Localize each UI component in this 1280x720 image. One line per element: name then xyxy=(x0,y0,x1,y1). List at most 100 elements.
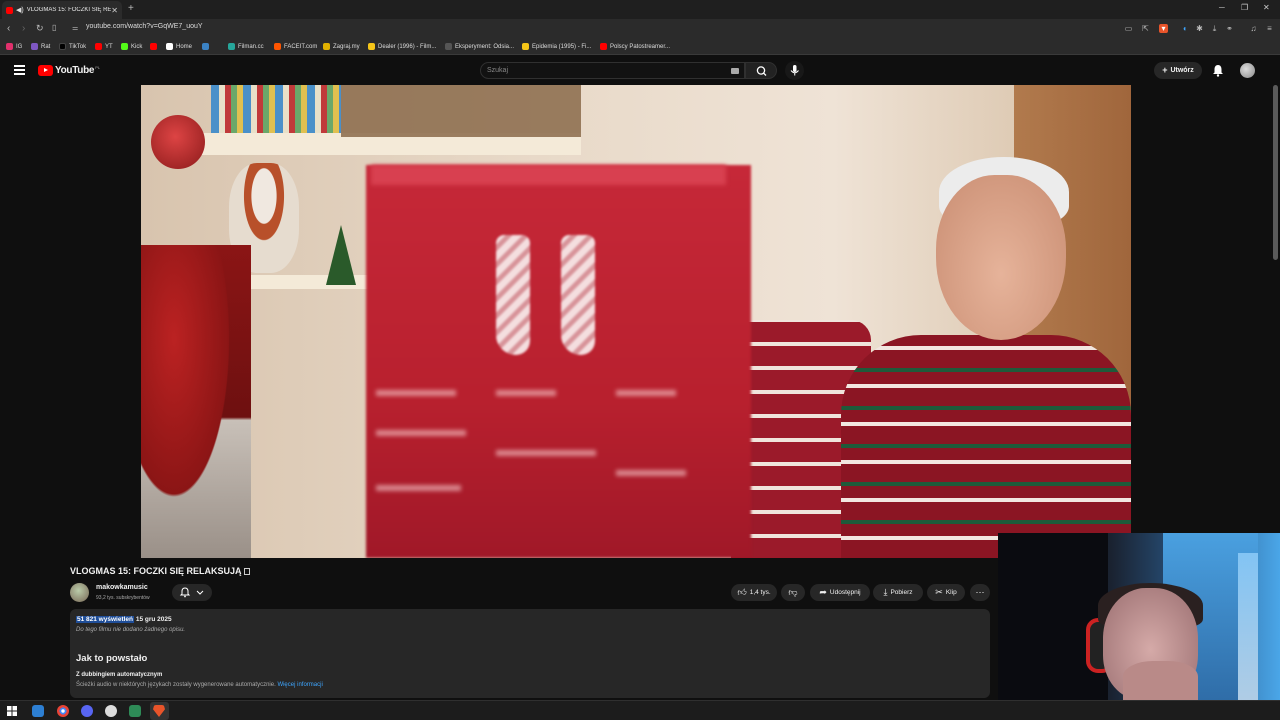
like-button[interactable]: 👍︎ 1,4 tys. xyxy=(731,584,777,601)
browser-toolbar: ‹ › ↻ ▯ ⚌ youtube.com/watch?v=GqWE7_uouY… xyxy=(0,19,1280,40)
youtube-header: YouTube PL Szukaj + Utwórz xyxy=(0,56,1280,85)
bookmark-item[interactable]: Kick xyxy=(121,43,142,50)
bookmark-favicon-icon xyxy=(274,43,281,50)
view-stats: 51 821 wyświetleń 15 gru 2025 xyxy=(76,616,172,623)
clip-button[interactable]: ✂ Klip xyxy=(927,584,965,601)
share-button[interactable]: ➦ Udostępnij xyxy=(810,584,870,601)
browser-tab-active[interactable]: ◀) VLOGMAS 15: FOCZKI SIĘ RE ✕ xyxy=(2,1,122,19)
bookmark-label: Zagraj.my xyxy=(333,43,360,50)
address-bar[interactable]: youtube.com/watch?v=GqWE7_uouY xyxy=(86,23,203,30)
discord-icon[interactable] xyxy=(81,705,93,717)
bookmark-item[interactable]: Filman.cc xyxy=(228,43,264,50)
bookmark-item[interactable]: Polscy Patostreamer... xyxy=(600,43,670,50)
bookmark-favicon-icon xyxy=(6,43,13,50)
bookmark-item[interactable]: Dealer (1996) - Film... xyxy=(368,43,436,50)
video-frame-blur xyxy=(376,430,466,436)
bookmark-favicon-icon xyxy=(31,43,38,50)
download-icon[interactable]: ⤓ xyxy=(1210,24,1219,33)
bookmark-item[interactable]: Home xyxy=(166,43,192,50)
app-icon[interactable] xyxy=(129,705,141,717)
download-button[interactable]: ⤓ Pobierz xyxy=(873,584,923,601)
cast-icon[interactable]: ▭ xyxy=(1124,24,1133,33)
back-icon[interactable]: ‹ xyxy=(7,23,10,34)
chrome-icon[interactable] xyxy=(57,705,69,717)
windows-start-icon[interactable] xyxy=(6,705,18,717)
bookmark-item[interactable] xyxy=(202,43,212,50)
maximize-icon[interactable]: ❐ xyxy=(1241,3,1248,12)
share-page-icon[interactable]: ⇱ xyxy=(1141,24,1150,33)
windows-taskbar xyxy=(0,700,1280,720)
voice-search-button[interactable] xyxy=(785,61,804,80)
bookmark-label: Polscy Patostreamer... xyxy=(610,43,671,50)
logo-wordmark: YouTube xyxy=(55,65,95,76)
more-actions-button[interactable]: ⋯ xyxy=(970,584,990,601)
video-frame-blur xyxy=(616,470,686,476)
video-player[interactable] xyxy=(141,85,1131,558)
brave-shield-icon[interactable]: ▾ xyxy=(1159,24,1168,33)
create-button[interactable]: + Utwórz xyxy=(1154,62,1202,79)
bookmark-item[interactable]: IG xyxy=(6,43,22,50)
bookmark-item[interactable]: YT xyxy=(95,43,113,50)
notifications-bell-icon[interactable] xyxy=(1212,64,1224,77)
plus-icon: + xyxy=(1162,65,1168,75)
search-button[interactable] xyxy=(745,62,777,79)
reload-icon[interactable]: ↻ xyxy=(36,23,44,34)
video-frame-blur xyxy=(496,450,596,456)
bookmark-item[interactable]: Epidemia (1995) - Fi... xyxy=(522,43,591,50)
menu-icon[interactable]: ≡ xyxy=(1265,24,1274,33)
channel-avatar[interactable] xyxy=(70,583,89,602)
emoji-placeholder-icon xyxy=(244,568,251,575)
bookmark-favicon-icon xyxy=(202,43,209,50)
bookmark-favicon-icon xyxy=(522,43,529,50)
bookmark-item[interactable]: FACEIT.com xyxy=(274,43,317,50)
dubbing-description: Ścieżki audio w niektórych językach zost… xyxy=(76,682,276,688)
bookmark-favicon-icon xyxy=(150,43,157,50)
bookmark-label: FACEIT.com xyxy=(284,43,318,50)
forward-icon[interactable]: › xyxy=(22,23,25,34)
keyboard-icon[interactable] xyxy=(731,68,739,74)
youtube-play-icon xyxy=(38,65,53,76)
account-avatar[interactable] xyxy=(1240,63,1255,78)
more-info-link[interactable]: Więcej informacji xyxy=(277,682,322,688)
link-icon[interactable]: ⚭ xyxy=(1225,24,1234,33)
microphone-icon xyxy=(790,65,799,76)
dislike-button[interactable]: 👎︎ xyxy=(781,584,805,601)
youtube-logo[interactable]: YouTube PL xyxy=(38,65,100,76)
site-info-icon[interactable]: ⚌ xyxy=(72,24,78,32)
bookmark-favicon-icon xyxy=(445,43,452,50)
media-control-icon[interactable]: ♫ xyxy=(1249,24,1258,33)
file-explorer-icon[interactable] xyxy=(32,705,44,717)
share-icon: ➦ xyxy=(819,587,827,597)
hamburger-menu-icon[interactable] xyxy=(14,65,25,75)
bookmark-favicon-icon xyxy=(228,43,235,50)
bell-icon xyxy=(179,587,204,598)
search-input[interactable]: Szukaj xyxy=(480,62,745,79)
obs-icon[interactable] xyxy=(105,705,117,717)
new-tab-icon[interactable]: + xyxy=(128,3,134,14)
bookmark-item[interactable] xyxy=(150,43,160,50)
bookmarks-bar: IG Rat TikTok YT Kick Home Filman.cc FAC… xyxy=(0,40,1280,55)
bookmark-label: Eksperyment: Odsia... xyxy=(455,43,515,50)
bookmark-label: Epidemia (1995) - Fi... xyxy=(532,43,592,50)
video-frame-sock xyxy=(561,235,595,355)
section-heading: Jak to powstało xyxy=(76,653,148,664)
bookmark-page-icon[interactable]: ▯ xyxy=(52,23,56,32)
bookmark-item[interactable]: Rat xyxy=(31,43,50,50)
video-frame-blur xyxy=(496,390,556,396)
speaker-icon[interactable]: ◀) xyxy=(16,6,24,14)
page-scrollbar[interactable] xyxy=(1273,85,1278,260)
bookmark-item[interactable]: Eksperyment: Odsia... xyxy=(445,43,514,50)
subscribed-button[interactable] xyxy=(172,584,212,601)
bookmark-item[interactable]: Zagraj.my xyxy=(323,43,360,50)
close-window-icon[interactable]: ✕ xyxy=(1263,3,1270,12)
bookmark-favicon-icon xyxy=(121,43,128,50)
close-tab-icon[interactable]: ✕ xyxy=(111,6,118,15)
channel-name[interactable]: makowkamusic xyxy=(96,584,148,591)
bookmark-label: Dealer (1996) - Film... xyxy=(378,43,437,50)
download-icon: ⤓ xyxy=(883,587,888,597)
bookmark-favicon-icon xyxy=(368,43,375,50)
audio-playing-icon[interactable]: ◖ xyxy=(1180,24,1189,33)
extensions-icon[interactable]: ✱ xyxy=(1195,24,1204,33)
bookmark-item[interactable]: TikTok xyxy=(59,43,86,50)
minimize-icon[interactable]: ─ xyxy=(1219,3,1225,12)
